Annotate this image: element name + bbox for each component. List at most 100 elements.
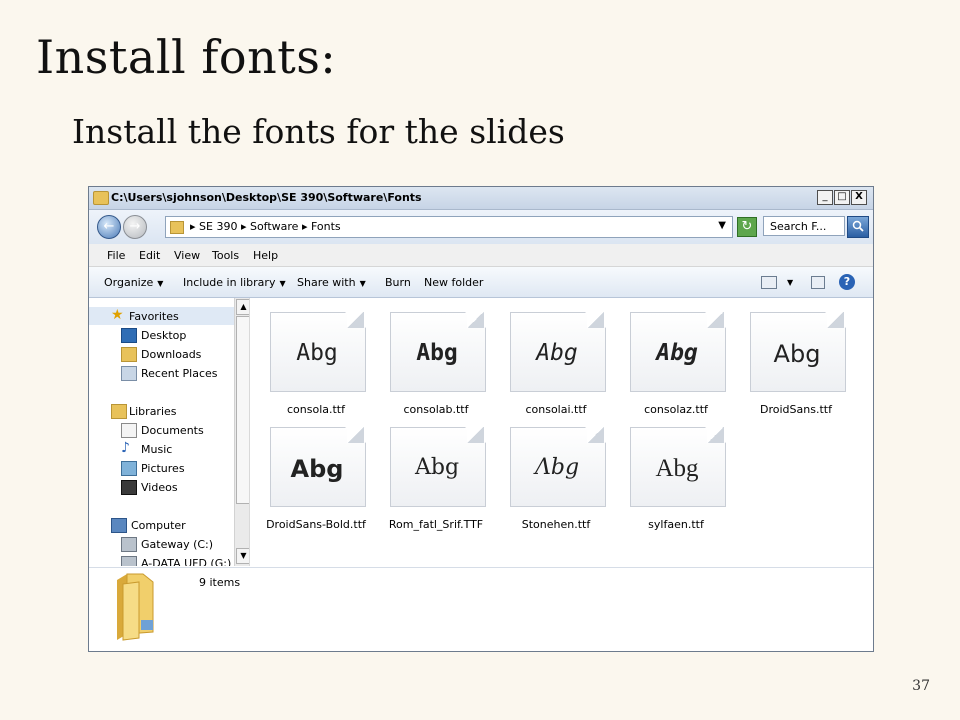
downloads-icon [121, 347, 137, 362]
search-button[interactable] [847, 216, 869, 238]
chevron-down-icon[interactable]: ▼ [787, 278, 793, 287]
chevron-down-icon: ▼ [157, 279, 164, 288]
details-pane: 9 items [89, 567, 873, 651]
page-fold [587, 312, 604, 328]
sidebar-item-recent-places[interactable]: Recent Places [89, 364, 234, 382]
sidebar-item-gateway-c[interactable]: Gateway (C:) [89, 535, 234, 553]
sidebar-item-label: Favorites [129, 310, 179, 323]
search-input[interactable]: Search F... [763, 216, 845, 236]
navigation-pane: ★ Favorites Desktop Downloads Recent Pla… [89, 298, 235, 566]
font-sample: Abg [416, 340, 458, 366]
sidebar-item-label: Pictures [141, 462, 185, 475]
menu-bar: File Edit View Tools Help [89, 244, 873, 267]
explorer-window: C:\Users\sjohnson\Desktop\SE 390\Softwar… [88, 186, 874, 652]
item-count: 9 items [199, 576, 241, 589]
include-in-library-button[interactable]: Include in library ▼ [183, 276, 286, 289]
file-item[interactable]: Abg consolaz.ttf [626, 308, 726, 420]
file-name: consolaz.ttf [644, 403, 708, 416]
sidebar-item-label: Libraries [129, 405, 177, 418]
file-name: consola.ttf [286, 403, 345, 416]
file-item[interactable]: Abg consola.ttf [266, 308, 366, 420]
documents-icon [121, 423, 137, 438]
folder-icon [170, 221, 184, 234]
address-bar[interactable]: ▸ SE 390 ▸ Software ▸ Fonts ▼ [165, 216, 733, 238]
folder-icon [117, 573, 154, 641]
sidebar-item-label: Music [141, 443, 173, 456]
sidebar-item-videos[interactable]: Videos [89, 478, 234, 496]
forward-button[interactable]: → [123, 215, 147, 239]
font-sample: Λbg [534, 455, 580, 480]
sidebar-item-libraries[interactable]: Libraries [89, 402, 234, 420]
music-icon: ♪ [121, 440, 130, 456]
back-button[interactable]: ← [97, 215, 121, 239]
page-fold [347, 312, 364, 328]
font-sample: Abg [414, 455, 460, 480]
computer-icon [111, 518, 127, 533]
maximize-button[interactable]: □ [834, 190, 850, 205]
organize-button[interactable]: Organize ▼ [104, 276, 163, 289]
page-fold [467, 312, 484, 328]
file-item[interactable]: Abg DroidSans.ttf [746, 308, 846, 420]
share-with-button[interactable]: Share with ▼ [297, 276, 366, 289]
sidebar-item-label: Documents [141, 424, 204, 437]
sidebar-item-music[interactable]: ♪ Music [89, 440, 234, 458]
organize-label: Organize [104, 276, 154, 289]
menu-file[interactable]: File [107, 249, 125, 262]
file-item[interactable]: Abg consolab.ttf [386, 308, 486, 420]
sidebar-item-pictures[interactable]: Pictures [89, 459, 234, 477]
chevron-down-icon: ▼ [359, 279, 366, 288]
sidebar-item-usb-drive[interactable]: A-DATA UFD (G:) [89, 554, 234, 566]
font-sample: Abg [655, 455, 699, 482]
search-icon [852, 220, 864, 232]
page-fold [347, 427, 364, 443]
page-fold [827, 312, 844, 328]
sidebar-item-favorites[interactable]: ★ Favorites [89, 307, 234, 325]
sidebar-item-computer[interactable]: Computer [89, 516, 234, 534]
sidebar-item-desktop[interactable]: Desktop [89, 326, 234, 344]
navigation-scrollbar[interactable]: ▲ ▼ [234, 298, 251, 566]
sidebar-item-label: Videos [141, 481, 178, 494]
sidebar-item-label: A-DATA UFD (G:) [141, 557, 232, 566]
change-view-icon[interactable] [761, 276, 777, 289]
menu-edit[interactable]: Edit [139, 249, 160, 262]
menu-view[interactable]: View [174, 249, 200, 262]
menu-help[interactable]: Help [253, 249, 278, 262]
help-icon[interactable]: ? [839, 274, 855, 290]
address-row: ← → ▸ SE 390 ▸ Software ▸ Fonts ▼ ↻ Sear… [89, 210, 873, 244]
sidebar-item-label: Recent Places [141, 367, 218, 380]
window-titlebar[interactable]: C:\Users\sjohnson\Desktop\SE 390\Softwar… [89, 187, 873, 210]
chevron-down-icon[interactable]: ▼ [718, 220, 726, 231]
sidebar-item-label: Computer [131, 519, 186, 532]
file-list: Abg consola.ttf Abg consolab.ttf Abg con… [250, 298, 873, 566]
sidebar-item-documents[interactable]: Documents [89, 421, 234, 439]
libraries-icon [111, 404, 127, 419]
file-name: Rom_fatl_Srif.TTF [388, 518, 484, 531]
page-fold [707, 312, 724, 328]
file-item[interactable]: Λbg Stonehen.ttf [506, 423, 606, 535]
sidebar-item-label: Gateway (C:) [141, 538, 214, 551]
file-item[interactable]: Abg DroidSans-Bold.ttf [266, 423, 366, 535]
sidebar-item-downloads[interactable]: Downloads [89, 345, 234, 363]
preview-pane-icon[interactable] [811, 276, 825, 289]
file-item[interactable]: Abg consolai.ttf [506, 308, 606, 420]
new-folder-button[interactable]: New folder [424, 276, 483, 289]
videos-icon [121, 480, 137, 495]
page-fold [707, 427, 724, 443]
minimize-button[interactable]: _ [817, 190, 833, 205]
drive-icon [121, 537, 137, 552]
refresh-button[interactable]: ↻ [737, 217, 757, 237]
breadcrumb[interactable]: ▸ SE 390 ▸ Software ▸ Fonts [190, 220, 341, 233]
burn-button[interactable]: Burn [385, 276, 411, 289]
slide-title: Install fonts: [36, 30, 337, 84]
pictures-icon [121, 461, 137, 476]
menu-tools[interactable]: Tools [212, 249, 239, 262]
star-icon: ★ [111, 307, 124, 323]
window-title: C:\Users\sjohnson\Desktop\SE 390\Softwar… [111, 191, 422, 204]
file-item[interactable]: Abg sylfaen.ttf [626, 423, 726, 535]
folder-icon [93, 191, 109, 205]
sidebar-item-label: Downloads [141, 348, 202, 361]
font-sample: Abg [296, 340, 338, 366]
desktop-icon [121, 328, 137, 343]
close-button[interactable]: X [851, 190, 867, 205]
file-item[interactable]: Abg Rom_fatl_Srif.TTF [386, 423, 486, 535]
